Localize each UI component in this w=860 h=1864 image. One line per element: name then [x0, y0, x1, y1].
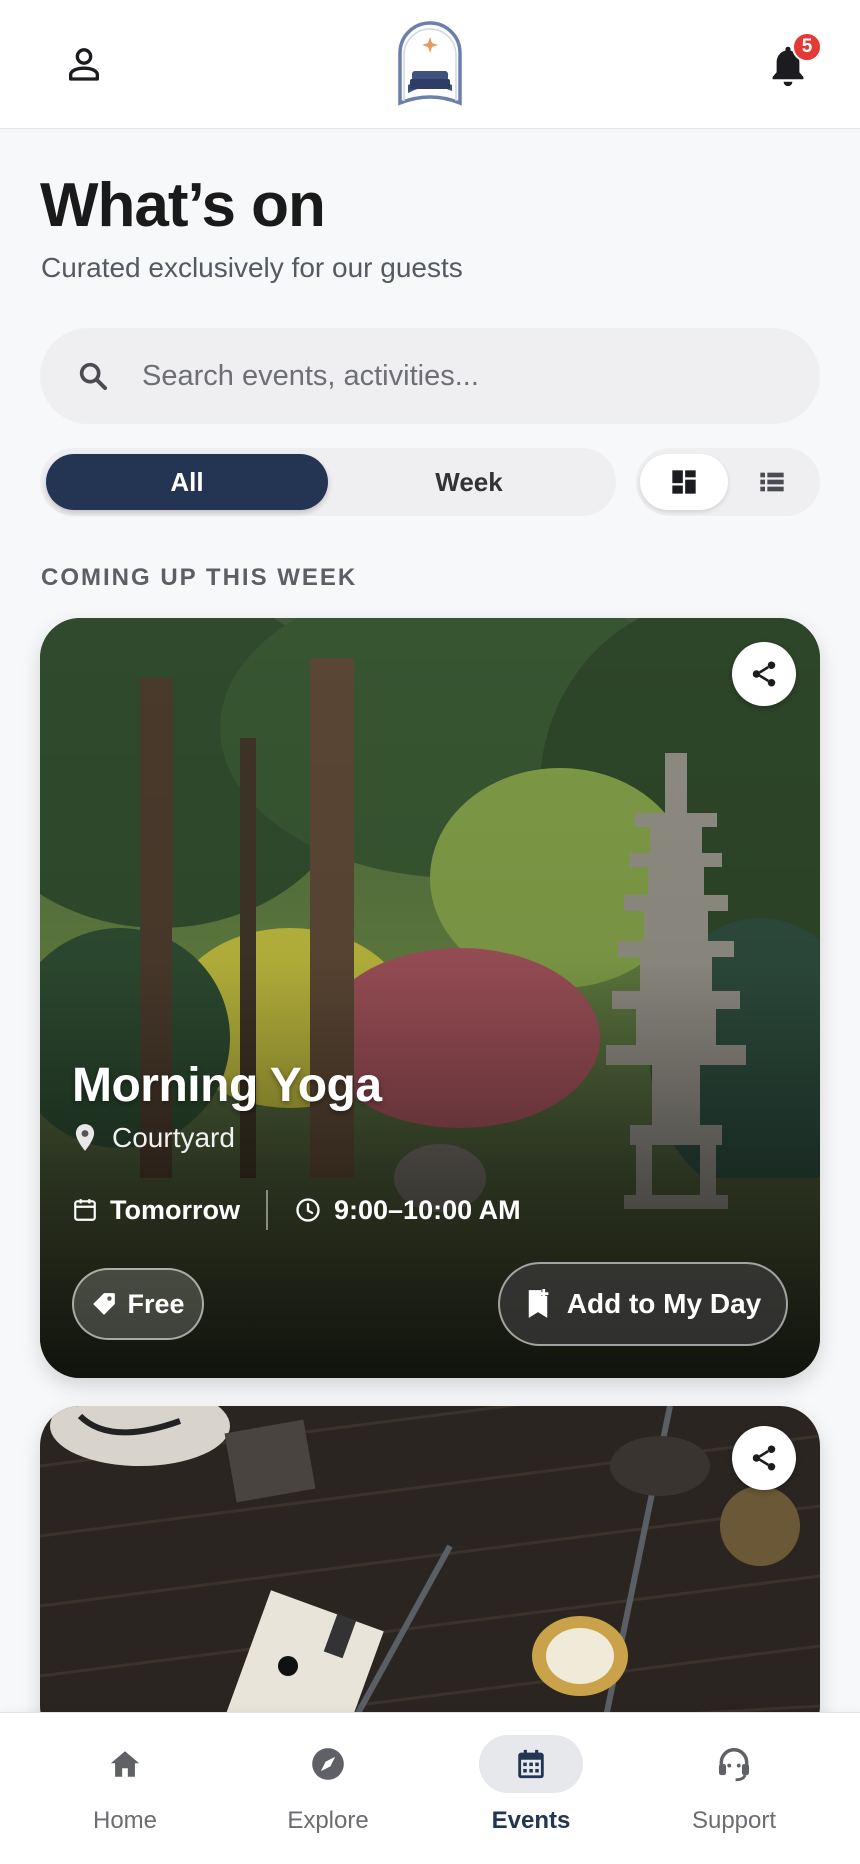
nav-home[interactable]: Home	[45, 1735, 205, 1845]
top-app-bar: 5	[0, 0, 860, 129]
grid-view-icon	[672, 470, 696, 494]
hotel-logo[interactable]	[390, 18, 470, 110]
hotel-logo-icon	[398, 21, 462, 106]
tag-icon	[93, 1293, 116, 1315]
meta-divider	[266, 1190, 268, 1230]
event-card[interactable]: Morning Yoga Courtyard Tomorrow 9:00–10:…	[40, 618, 820, 1378]
event-card[interactable]	[40, 1406, 820, 1746]
nav-events[interactable]: Events	[451, 1735, 611, 1845]
share-icon	[752, 1445, 776, 1471]
profile-button[interactable]	[56, 36, 112, 92]
event-time-text: 9:00–10:00 AM	[334, 1194, 521, 1225]
nav-support-icon-container	[682, 1735, 786, 1793]
view-toggle	[636, 448, 820, 516]
calendar-icon	[518, 1749, 544, 1779]
nav-explore-icon-container	[276, 1735, 380, 1793]
grid-view-button[interactable]	[640, 454, 728, 510]
location-pin-icon	[75, 1124, 95, 1151]
search-input[interactable]	[142, 359, 782, 393]
nav-support[interactable]: Support	[654, 1735, 814, 1845]
date-filter-segmented: All Week	[40, 448, 616, 516]
event-location-text: Courtyard	[112, 1122, 235, 1153]
list-view-button[interactable]	[728, 454, 816, 510]
calendar-icon	[74, 1199, 96, 1221]
bottom-navigation: Home Explore Events Support	[0, 1712, 860, 1864]
event-title: Morning Yoga	[72, 1059, 382, 1112]
bookmark-add-icon	[528, 1289, 549, 1318]
add-to-my-day-label: Add to My Day	[566, 1288, 762, 1319]
event-meta: Tomorrow 9:00–10:00 AM	[72, 1190, 521, 1230]
search-icon	[79, 362, 108, 391]
headset-icon	[718, 1748, 750, 1782]
nav-support-label: Support	[691, 1807, 777, 1834]
share-icon	[752, 661, 776, 687]
page-title: What’s on	[40, 171, 326, 240]
event-time: 9:00–10:00 AM	[294, 1195, 521, 1226]
list-view-icon	[760, 472, 784, 492]
nav-home-icon-container	[73, 1735, 177, 1793]
page-subtitle: Curated exclusively for our guests	[41, 252, 463, 283]
filter-week-button[interactable]: Week	[328, 454, 610, 510]
nav-home-label: Home	[92, 1807, 158, 1834]
nav-explore-label: Explore	[287, 1807, 369, 1834]
nav-explore[interactable]: Explore	[248, 1735, 408, 1845]
event-image-lounge	[40, 1406, 820, 1746]
filter-all-button[interactable]: All	[46, 454, 328, 510]
person-icon	[69, 48, 100, 81]
compass-icon	[312, 1748, 344, 1780]
home-icon	[110, 1751, 140, 1777]
search-bar[interactable]	[40, 328, 820, 424]
price-text: Free	[127, 1288, 185, 1319]
clock-icon	[296, 1198, 320, 1222]
event-location: Courtyard	[72, 1122, 235, 1154]
share-button[interactable]	[732, 642, 796, 706]
price-tag: Free	[72, 1268, 204, 1340]
event-day-text: Tomorrow	[110, 1194, 240, 1225]
add-to-my-day-button[interactable]: Add to My Day	[498, 1262, 788, 1346]
event-day: Tomorrow	[72, 1195, 240, 1226]
nav-events-icon-container	[479, 1735, 583, 1793]
section-heading: COMING UP THIS WEEK	[41, 564, 358, 591]
nav-events-label: Events	[491, 1807, 571, 1834]
notification-badge: 5	[792, 32, 822, 62]
share-button[interactable]	[732, 1426, 796, 1490]
